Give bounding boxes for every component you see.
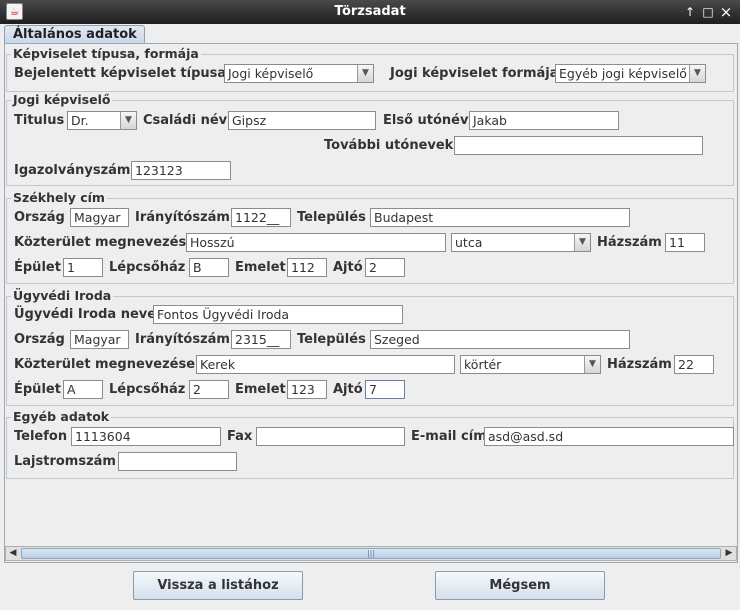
seat-building-label: Épület bbox=[14, 260, 61, 275]
scroll-right-icon[interactable]: ▶ bbox=[722, 547, 736, 560]
id-number-label: Igazolványszám bbox=[14, 163, 131, 178]
first-name-field[interactable]: Jakab bbox=[469, 111, 619, 130]
fax-field[interactable] bbox=[256, 427, 405, 446]
office-floor-label: Emelet bbox=[235, 382, 286, 397]
chevron-down-icon[interactable]: ▼ bbox=[120, 112, 136, 129]
office-house-no-field[interactable]: 22 bbox=[674, 355, 714, 374]
seat-door-field[interactable]: 2 bbox=[365, 258, 405, 277]
window-titlebar: ☕ Törzsadat ↑ □ × bbox=[0, 0, 740, 24]
seat-house-no-field[interactable]: 11 bbox=[665, 233, 705, 252]
email-field[interactable]: asd@asd.sd bbox=[484, 427, 734, 446]
registered-type-select[interactable]: Jogi képviselő ▼ bbox=[224, 64, 374, 83]
office-zip-label: Irányítószám bbox=[135, 332, 230, 347]
chevron-down-icon[interactable]: ▼ bbox=[584, 356, 600, 373]
office-country-field[interactable]: Magyar bbox=[70, 330, 129, 349]
seat-door-label: Ajtó bbox=[333, 260, 363, 275]
office-street-type-value: körtér bbox=[464, 357, 502, 372]
seat-city-label: Település bbox=[297, 210, 366, 225]
seat-address-title: Székhely cím bbox=[11, 190, 107, 205]
cancel-button[interactable]: Mégsem bbox=[435, 571, 605, 600]
seat-street-type-value: utca bbox=[455, 235, 483, 250]
office-city-label: Település bbox=[297, 332, 366, 347]
pin-icon[interactable]: ↑ bbox=[682, 3, 698, 21]
id-number-field[interactable]: 123123 bbox=[131, 161, 231, 180]
family-name-label: Családi név bbox=[143, 113, 228, 128]
first-name-label: Első utónév bbox=[383, 113, 469, 128]
office-door-label: Ajtó bbox=[333, 382, 363, 397]
seat-floor-field[interactable]: 112 bbox=[287, 258, 327, 277]
office-zip-field[interactable]: 2315__ bbox=[231, 330, 291, 349]
registry-number-label: Lajstromszám bbox=[14, 454, 116, 469]
window-title: Törzsadat bbox=[334, 4, 406, 19]
office-door-field[interactable]: 7 bbox=[365, 380, 405, 399]
office-country-label: Ország bbox=[14, 332, 65, 347]
scrollbar-thumb[interactable]: ||| bbox=[21, 548, 721, 559]
registered-type-label: Bejelentett képviselet típusa bbox=[14, 66, 227, 81]
legal-form-label: Jogi képviselet formája bbox=[390, 66, 559, 81]
email-label: E-mail cím bbox=[411, 429, 487, 444]
office-name-label: Ügyvédi Iroda neve bbox=[14, 307, 157, 322]
tab-general-data[interactable]: Általános adatok bbox=[4, 25, 145, 44]
other-names-label: További utónevek bbox=[324, 138, 454, 153]
scroll-left-icon[interactable]: ◀ bbox=[6, 547, 20, 560]
legal-representative-title: Jogi képviselő bbox=[11, 92, 113, 107]
representation-type-title: Képviselet típusa, formája bbox=[11, 46, 201, 61]
seat-country-label: Ország bbox=[14, 210, 65, 225]
office-street-label: Közterület megnevezése bbox=[14, 357, 196, 372]
seat-country-field[interactable]: Magyar bbox=[70, 208, 129, 227]
chevron-down-icon[interactable]: ▼ bbox=[574, 234, 590, 251]
seat-house-no-label: Házszám bbox=[597, 235, 662, 250]
office-street-type-select[interactable]: körtér ▼ bbox=[460, 355, 601, 374]
office-name-field[interactable]: Fontos Ügyvédi Iroda bbox=[153, 305, 403, 324]
titulus-value: Dr. bbox=[71, 113, 89, 128]
horizontal-scrollbar[interactable]: ◀ ||| ▶ bbox=[5, 546, 737, 561]
other-names-field[interactable] bbox=[454, 136, 703, 155]
phone-label: Telefon bbox=[14, 429, 68, 444]
seat-zip-field[interactable]: 1122__ bbox=[231, 208, 291, 227]
titulus-select[interactable]: Dr. ▼ bbox=[67, 111, 137, 130]
phone-field[interactable]: 1113604 bbox=[71, 427, 221, 446]
office-house-no-label: Házszám bbox=[607, 357, 672, 372]
chevron-down-icon[interactable]: ▼ bbox=[357, 65, 373, 82]
office-floor-field[interactable]: 123 bbox=[287, 380, 327, 399]
law-office-title: Ügyvédi Iroda bbox=[11, 288, 114, 303]
office-staircase-field[interactable]: 2 bbox=[189, 380, 229, 399]
legal-form-value: Egyéb jogi képviselő bbox=[559, 66, 687, 81]
fax-label: Fax bbox=[227, 429, 253, 444]
family-name-field[interactable]: Gipsz bbox=[228, 111, 376, 130]
registry-number-field[interactable] bbox=[118, 452, 237, 471]
seat-zip-label: Irányítószám bbox=[135, 210, 230, 225]
office-street-field[interactable]: Kerek bbox=[196, 355, 455, 374]
legal-form-select[interactable]: Egyéb jogi képviselő ▼ bbox=[555, 64, 706, 83]
seat-floor-label: Emelet bbox=[235, 260, 286, 275]
seat-staircase-label: Lépcsőház bbox=[109, 260, 186, 275]
titulus-label: Titulus bbox=[14, 113, 65, 128]
close-icon[interactable]: × bbox=[718, 3, 734, 21]
office-staircase-label: Lépcsőház bbox=[109, 382, 186, 397]
seat-street-label: Közterület megnevezés bbox=[14, 235, 187, 250]
office-building-label: Épület bbox=[14, 382, 61, 397]
seat-city-field[interactable]: Budapest bbox=[370, 208, 630, 227]
maximize-icon[interactable]: □ bbox=[700, 3, 716, 21]
seat-street-type-select[interactable]: utca ▼ bbox=[451, 233, 591, 252]
office-city-field[interactable]: Szeged bbox=[370, 330, 630, 349]
back-to-list-button[interactable]: Vissza a listához bbox=[133, 571, 303, 600]
chevron-down-icon[interactable]: ▼ bbox=[689, 65, 705, 82]
seat-staircase-field[interactable]: B bbox=[189, 258, 229, 277]
seat-street-field[interactable]: Hosszú bbox=[186, 233, 446, 252]
seat-building-field[interactable]: 1 bbox=[63, 258, 103, 277]
office-building-field[interactable]: A bbox=[63, 380, 103, 399]
registered-type-value: Jogi képviselő bbox=[228, 66, 314, 81]
other-data-title: Egyéb adatok bbox=[11, 409, 112, 424]
